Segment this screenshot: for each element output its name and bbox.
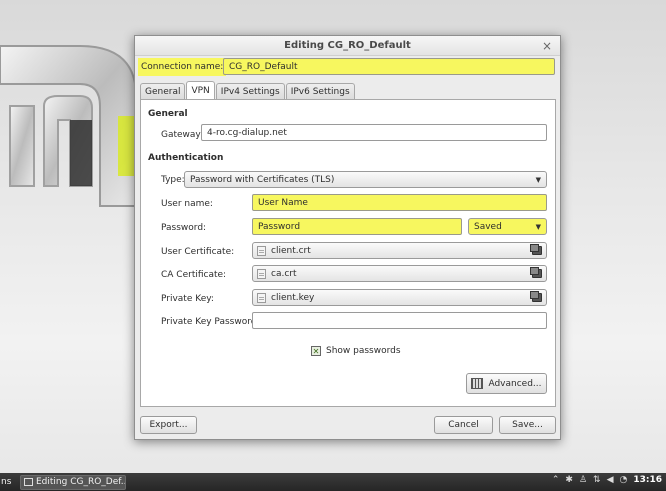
open-file-icon	[530, 244, 542, 255]
advanced-button-label: Advanced...	[488, 378, 542, 389]
show-passwords-label: Show passwords	[326, 346, 401, 356]
user-icon[interactable]: ♙	[579, 475, 587, 485]
user-cert-label-wrap: User Certificate:	[161, 243, 234, 260]
chevron-down-icon: ▼	[535, 175, 541, 184]
password-input[interactable]: Password	[252, 218, 462, 235]
gateway-input[interactable]: 4-ro.cg-dialup.net	[201, 124, 547, 141]
volume-icon[interactable]: ◀	[607, 475, 614, 485]
password-label-wrap: Password:	[161, 219, 206, 236]
network-icon[interactable]: ⇅	[593, 475, 601, 485]
vpn-panel: General Gateway: 4-ro.cg-dialup.net Auth…	[140, 99, 556, 407]
window-icon	[24, 478, 33, 486]
password-storage-select[interactable]: Saved ▼	[468, 218, 547, 235]
username-label: User name:	[161, 198, 213, 209]
general-heading: General	[148, 109, 188, 119]
gateway-label: Gateway:	[161, 129, 204, 140]
private-key-file-button[interactable]: client.key	[252, 289, 547, 306]
connection-name-label-wrap: Connection name:	[138, 58, 227, 76]
edit-connection-dialog: Editing CG_RO_Default × Connection name:…	[134, 35, 561, 440]
auth-type-value: Password with Certificates (TLS)	[190, 174, 335, 185]
tab-ipv6-settings[interactable]: IPv6 Settings	[285, 83, 355, 99]
private-key-label-wrap: Private Key:	[161, 290, 214, 307]
password-storage-value: Saved	[474, 221, 502, 232]
settings-icon	[471, 378, 484, 389]
system-tray: ⌃ ✱ ♙ ⇅ ◀ ◔ 13:16	[552, 475, 662, 485]
chevron-up-icon[interactable]: ⌃	[552, 475, 560, 485]
ca-cert-file-button[interactable]: ca.crt	[252, 265, 547, 282]
window-title: Editing CG_RO_Default	[284, 40, 411, 51]
menu-button[interactable]: ns	[0, 477, 14, 487]
private-key-password-label: Private Key Password:	[161, 316, 260, 327]
taskbar-window-label: Editing CG_RO_Def...	[36, 477, 126, 487]
open-file-icon	[530, 291, 542, 302]
taskbar: ns Editing CG_RO_Def... ⌃ ✱ ♙ ⇅ ◀ ◔ 13:1…	[0, 473, 666, 491]
file-icon	[257, 268, 266, 279]
tab-vpn[interactable]: VPN	[186, 81, 215, 99]
ca-cert-label-wrap: CA Certificate:	[161, 266, 226, 283]
user-cert-file-button[interactable]: client.crt	[252, 242, 547, 259]
user-cert-value: client.crt	[271, 245, 311, 256]
private-key-value: client.key	[271, 292, 315, 303]
bluetooth-icon[interactable]: ✱	[565, 475, 573, 485]
user-cert-label: User Certificate:	[161, 246, 235, 257]
wifi-icon[interactable]: ◔	[619, 475, 627, 485]
ca-cert-value: ca.crt	[271, 268, 297, 279]
file-icon	[257, 245, 266, 256]
checkbox-checked-icon[interactable]: ✕	[311, 346, 321, 356]
chevron-down-icon: ▼	[535, 222, 541, 231]
clock[interactable]: 13:16	[633, 475, 662, 485]
titlebar[interactable]: Editing CG_RO_Default ×	[135, 36, 560, 56]
show-passwords-toggle[interactable]: ✕ Show passwords	[311, 344, 401, 358]
username-input[interactable]: User Name	[252, 194, 547, 211]
tab-ipv4-settings[interactable]: IPv4 Settings	[215, 83, 285, 99]
export-button[interactable]: Export...	[140, 416, 197, 434]
taskbar-window-button[interactable]: Editing CG_RO_Def...	[20, 474, 126, 490]
authentication-heading: Authentication	[148, 153, 224, 163]
save-button[interactable]: Save...	[499, 416, 556, 434]
private-key-label: Private Key:	[161, 293, 214, 304]
type-label-wrap: Type:	[161, 171, 185, 188]
close-icon[interactable]: ×	[542, 39, 552, 53]
tab-general[interactable]: General	[140, 83, 186, 99]
gateway-label-wrap: Gateway:	[161, 126, 203, 143]
password-label: Password:	[161, 222, 207, 233]
private-key-password-label-wrap: Private Key Password:	[161, 313, 260, 330]
connection-name-input[interactable]: CG_RO_Default	[223, 58, 555, 75]
advanced-button[interactable]: Advanced...	[466, 373, 547, 394]
auth-type-select[interactable]: Password with Certificates (TLS) ▼	[184, 171, 547, 188]
private-key-password-input[interactable]	[252, 312, 547, 329]
tab-bar: General VPN IPv4 Settings IPv6 Settings	[140, 81, 356, 99]
username-label-wrap: User name:	[161, 195, 213, 212]
cancel-button[interactable]: Cancel	[434, 416, 493, 434]
connection-name-label: Connection name:	[141, 62, 224, 72]
desktop-logo	[0, 36, 137, 236]
type-label: Type:	[161, 174, 185, 185]
open-file-icon	[530, 267, 542, 278]
ca-cert-label: CA Certificate:	[161, 269, 227, 280]
file-icon	[257, 292, 266, 303]
